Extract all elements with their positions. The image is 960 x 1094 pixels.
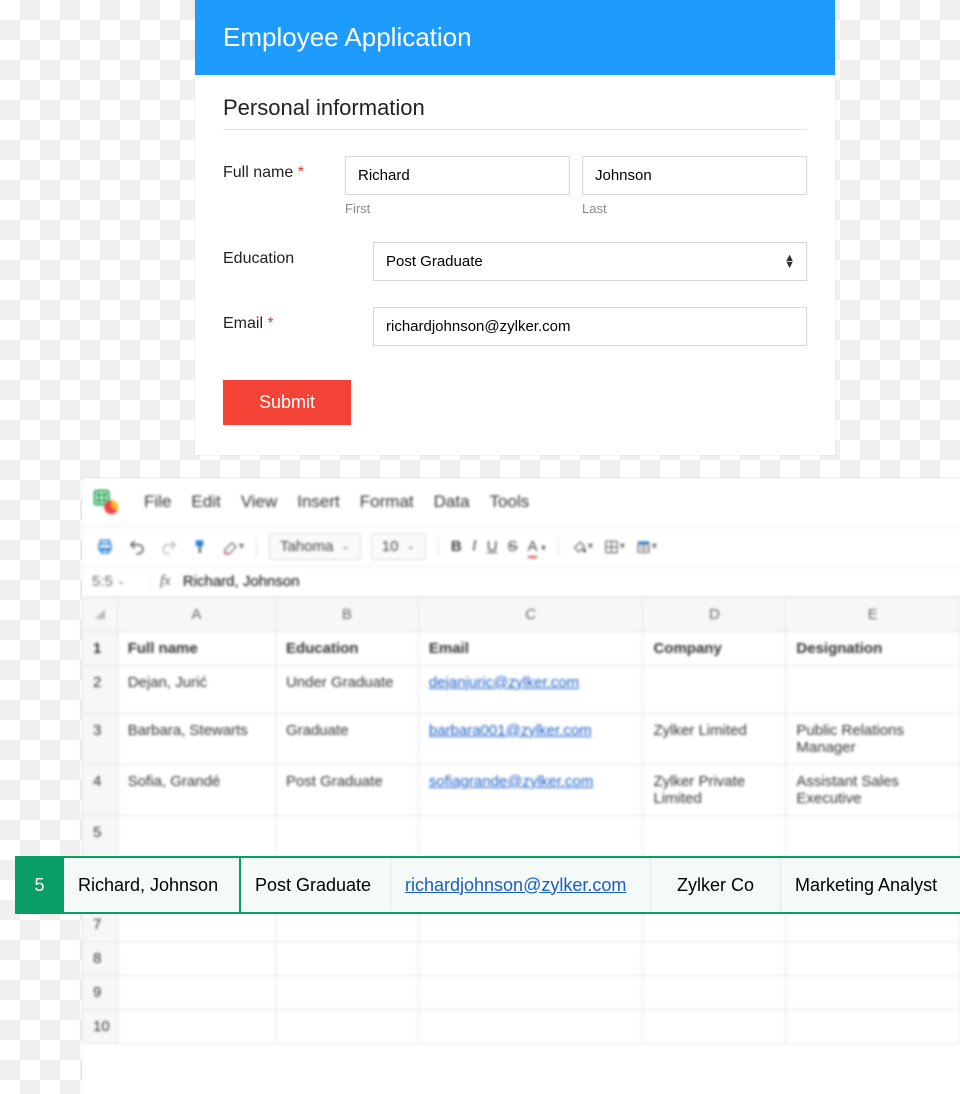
row-header[interactable]: 3	[83, 714, 118, 765]
cell[interactable]: Company	[643, 632, 786, 666]
highlight-rownum[interactable]: 5	[15, 858, 64, 912]
section-heading: Personal information	[223, 95, 807, 130]
print-icon[interactable]	[94, 536, 116, 558]
undo-icon[interactable]	[126, 536, 148, 558]
menu-edit[interactable]: Edit	[191, 492, 220, 512]
chevron-down-icon: ⌄	[341, 541, 349, 552]
highlight-cell-education[interactable]: Post Graduate	[241, 858, 391, 912]
form-title: Employee Application	[195, 0, 835, 75]
text-color-button[interactable]: A ▾	[528, 538, 546, 555]
chevron-down-icon: ⌄	[406, 541, 414, 552]
cell[interactable]: dejanjuric@zylker.com	[418, 666, 643, 714]
highlight-cell-name[interactable]: Richard, Johnson	[64, 858, 241, 912]
highlight-cell-email[interactable]: richardjohnson@zylker.com	[391, 858, 651, 912]
last-name-input[interactable]	[582, 156, 807, 195]
col-header-a[interactable]: A	[117, 598, 275, 632]
row-header[interactable]: 10	[83, 1010, 118, 1044]
highlight-cell-company[interactable]: Zylker Co	[651, 858, 781, 912]
cell[interactable]	[786, 666, 960, 714]
menu-data[interactable]: Data	[434, 492, 470, 512]
row-header[interactable]: 4	[83, 765, 118, 816]
cell[interactable]: Full name	[117, 632, 275, 666]
toolbar: ▾ Tahoma⌄ 10⌄ B I U S A ▾ ▾ ▾ ▾	[82, 526, 960, 567]
first-sublabel: First	[345, 201, 570, 216]
menu-tools[interactable]: Tools	[490, 492, 530, 512]
cell[interactable]: Sofia, Grandé	[117, 765, 275, 816]
fx-icon: fx	[160, 573, 171, 590]
first-name-input[interactable]	[345, 156, 570, 195]
bold-button[interactable]: B	[451, 538, 462, 555]
formula-bar: 5:5⌄ fx Richard, Johnson	[82, 567, 960, 597]
col-header-d[interactable]: D	[643, 598, 786, 632]
table-style-icon[interactable]: ▾	[635, 536, 657, 558]
formula-input[interactable]: Richard, Johnson	[183, 573, 300, 590]
format-painter-icon[interactable]	[190, 536, 212, 558]
required-asterisk: *	[298, 164, 304, 181]
fill-color-icon[interactable]: ▾	[571, 536, 593, 558]
email-link: sofiagrande@zylker.com	[429, 773, 593, 790]
borders-icon[interactable]: ▾	[603, 536, 625, 558]
education-select[interactable]: Post Graduate	[373, 242, 807, 281]
menu-insert[interactable]: Insert	[297, 492, 340, 512]
fullname-row: Full name * First Last	[223, 156, 807, 216]
strike-button[interactable]: S	[508, 538, 518, 555]
highlight-cell-designation[interactable]: Marketing Analyst	[781, 858, 960, 912]
fullname-label: Full name	[223, 164, 293, 181]
cell[interactable]: Zylker Private Limited	[643, 765, 786, 816]
cell[interactable]: Email	[418, 632, 643, 666]
redo-icon[interactable]	[158, 536, 180, 558]
employee-form: Employee Application Personal informatio…	[195, 0, 835, 455]
cell[interactable]: Barbara, Stewarts	[117, 714, 275, 765]
cell[interactable]: barbara001@zylker.com	[418, 714, 643, 765]
submit-button[interactable]: Submit	[223, 380, 351, 425]
menu-view[interactable]: View	[241, 492, 278, 512]
cell[interactable]: Assistant Sales Executive	[786, 765, 960, 816]
row-header[interactable]: 8	[83, 942, 118, 976]
highlighted-row: 5 Richard, Johnson Post Graduate richard…	[15, 856, 960, 914]
spreadsheet-grid[interactable]: A B C D E 1 Full name Education Email Co…	[82, 597, 960, 1044]
cell[interactable]: Education	[275, 632, 418, 666]
menu-format[interactable]: Format	[360, 492, 414, 512]
row-header[interactable]: 2	[83, 666, 118, 714]
email-row: Email *	[223, 307, 807, 346]
education-row: Education Post Graduate ▲▼	[223, 242, 807, 281]
font-select[interactable]: Tahoma⌄	[269, 533, 361, 560]
cell[interactable]: Post Graduate	[275, 765, 418, 816]
font-size-select[interactable]: 10⌄	[371, 533, 426, 560]
col-header-e[interactable]: E	[786, 598, 960, 632]
app-icon	[92, 488, 120, 516]
menu-file[interactable]: File	[144, 492, 171, 512]
corner-cell[interactable]	[83, 598, 118, 632]
last-sublabel: Last	[582, 201, 807, 216]
eraser-icon[interactable]: ▾	[222, 536, 244, 558]
cell[interactable]: sofiagrande@zylker.com	[418, 765, 643, 816]
cell[interactable]: Designation	[786, 632, 960, 666]
required-asterisk: *	[267, 315, 273, 332]
cell[interactable]: Graduate	[275, 714, 418, 765]
underline-button[interactable]: U	[487, 538, 498, 555]
row-header[interactable]: 9	[83, 976, 118, 1010]
email-label: Email	[223, 315, 263, 332]
col-header-c[interactable]: C	[418, 598, 643, 632]
education-label: Education	[223, 242, 373, 268]
cell[interactable]: Under Graduate	[275, 666, 418, 714]
row-header[interactable]: 1	[83, 632, 118, 666]
cell[interactable]	[643, 666, 786, 714]
spreadsheet-window: File Edit View Insert Format Data Tools …	[82, 478, 960, 1094]
email-link: barbara001@zylker.com	[429, 722, 592, 739]
cell[interactable]: Zylker Limited	[643, 714, 786, 765]
menubar: File Edit View Insert Format Data Tools	[82, 478, 960, 526]
email-link: dejanjuric@zylker.com	[429, 674, 579, 691]
col-header-b[interactable]: B	[275, 598, 418, 632]
italic-button[interactable]: I	[472, 538, 477, 555]
email-input[interactable]	[373, 307, 807, 346]
cell-reference[interactable]: 5:5⌄	[92, 573, 152, 590]
cell[interactable]: Public Relations Manager	[786, 714, 960, 765]
cell[interactable]: Dejan, Jurić	[117, 666, 275, 714]
